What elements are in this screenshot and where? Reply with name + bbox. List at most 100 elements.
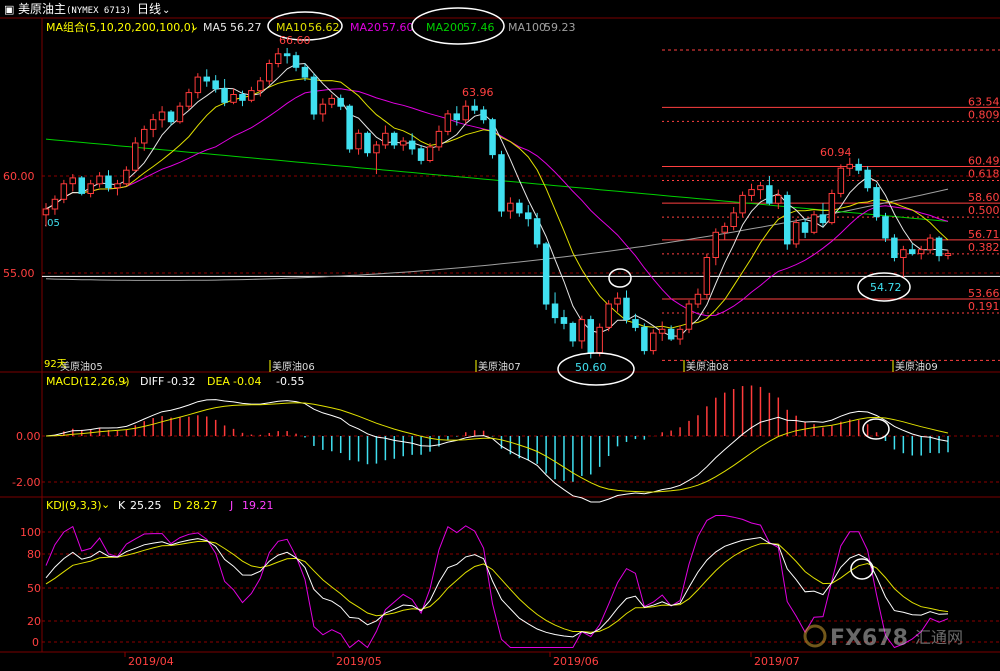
candle-up xyxy=(185,92,193,107)
fib-price-label: 58.60 xyxy=(968,191,1000,204)
candle-up xyxy=(507,202,514,212)
dea-value: -0.04 xyxy=(233,375,261,388)
candle-up xyxy=(605,303,612,328)
candle-up xyxy=(158,111,166,121)
candle-down xyxy=(533,218,541,245)
fib-ratio-label: 0.382 xyxy=(968,241,1000,254)
fib-ratio-label: 0.618 xyxy=(968,167,1000,180)
candle-up xyxy=(917,249,925,255)
trough-label: 54.72 xyxy=(870,281,902,294)
candle-up xyxy=(230,94,237,103)
candle-down xyxy=(587,319,594,354)
candle-down xyxy=(203,76,210,82)
candle-down xyxy=(801,222,809,233)
y-tick-55: 55.00 xyxy=(3,267,35,280)
candle-up xyxy=(837,167,845,194)
candle-down xyxy=(292,55,300,68)
candle-down xyxy=(516,202,523,214)
candle-up xyxy=(373,144,380,154)
candle-up xyxy=(748,189,755,196)
candle-down xyxy=(310,76,318,115)
candle-down xyxy=(623,297,630,321)
period-selector[interactable]: 日线 xyxy=(137,2,161,16)
candle-up xyxy=(141,128,148,144)
candle-down xyxy=(864,169,871,189)
candle-up xyxy=(328,97,335,105)
candle-up xyxy=(676,328,684,340)
diff-value: -0.32 xyxy=(167,375,195,388)
y-tick: -2.00 xyxy=(12,476,40,489)
chevron-down-icon[interactable]: ⌄ xyxy=(190,20,199,33)
candle-up xyxy=(650,332,657,352)
trough-label: 50.60 xyxy=(575,361,607,374)
ma-indicator-name[interactable]: MA组合(5,10,20,200,100,0) xyxy=(46,20,195,34)
macd-value: -0.55 xyxy=(276,375,304,388)
candle-down xyxy=(471,105,478,111)
peak-label: 60.94 xyxy=(820,146,852,159)
y-tick-60: 60.00 xyxy=(3,170,35,183)
candle-up xyxy=(685,303,693,330)
candle-down xyxy=(453,113,460,121)
fib-ratio-label: 0.191 xyxy=(968,300,1000,313)
candle-up xyxy=(900,249,907,258)
candle-up xyxy=(96,175,103,185)
ma200-label: MA200 xyxy=(426,21,464,34)
chart-background xyxy=(0,0,1000,671)
kdj-indicator-name[interactable]: KDJ(9,3,3) xyxy=(46,499,102,512)
candle-up xyxy=(694,293,702,305)
candle-up xyxy=(69,177,76,185)
candle-up xyxy=(596,326,603,353)
candle-up xyxy=(703,257,711,295)
candle-up xyxy=(658,328,666,334)
fib-price-label: 53.66 xyxy=(968,287,1000,300)
candle-down xyxy=(855,163,862,171)
k-label: K xyxy=(118,499,126,512)
fib-price-label: 60.49 xyxy=(968,154,1000,167)
candle-up xyxy=(846,163,853,169)
y-tick: 50 xyxy=(27,582,41,595)
candle-up xyxy=(757,185,764,191)
candle-down xyxy=(489,119,496,156)
candle-up xyxy=(114,183,121,189)
candle-down xyxy=(784,194,791,245)
candle-down xyxy=(364,132,371,154)
y-tick: 100 xyxy=(20,526,41,539)
chart-canvas[interactable]: ▣ 美原油主 (NYMEX 6713) 日线 ⌄ MA组合(5,10,20,20… xyxy=(0,0,1000,671)
candle-up xyxy=(132,142,139,171)
y-tick: 0.00 xyxy=(16,430,41,443)
candle-down xyxy=(641,326,648,352)
d-label: D xyxy=(173,499,181,512)
candle-up xyxy=(828,193,836,224)
k-value: 25.25 xyxy=(130,499,162,512)
candle-up xyxy=(176,105,184,123)
candle-down xyxy=(283,53,291,57)
days-label: 92天 xyxy=(44,359,67,370)
candle-up xyxy=(194,76,202,94)
candle-up xyxy=(123,169,130,185)
chevron-down-icon[interactable]: ⌄ xyxy=(120,374,129,387)
y-tick: 0 xyxy=(32,636,39,649)
j-value: 19.21 xyxy=(242,499,274,512)
candle-down xyxy=(909,249,916,255)
candle-up xyxy=(266,63,273,82)
ma200-value: 57.46 xyxy=(463,21,495,34)
candle-up xyxy=(444,113,452,132)
ma100-label: MA100 xyxy=(508,21,546,34)
chevron-down-icon[interactable]: ⌄ xyxy=(101,498,110,511)
candle-down xyxy=(935,237,943,257)
candle-down xyxy=(78,177,85,194)
contract-label: 美原油08 xyxy=(686,360,729,373)
ma10-value: 56.62 xyxy=(308,21,340,34)
candle-up xyxy=(42,208,50,216)
candle-down xyxy=(408,140,416,150)
ma20-label: MA20 xyxy=(350,21,381,34)
symbol-title[interactable]: 美原油主 xyxy=(18,2,66,16)
ma10-label: MA10 xyxy=(276,21,307,34)
candle-up xyxy=(926,237,934,251)
chevron-down-icon[interactable]: ⌄ xyxy=(162,5,170,16)
candle-up xyxy=(730,212,737,227)
candle-up xyxy=(355,132,362,150)
fib-price-label: 56.71 xyxy=(968,228,1000,241)
macd-indicator-name[interactable]: MACD(12,26,9) xyxy=(46,375,130,388)
candle-up xyxy=(426,146,434,161)
